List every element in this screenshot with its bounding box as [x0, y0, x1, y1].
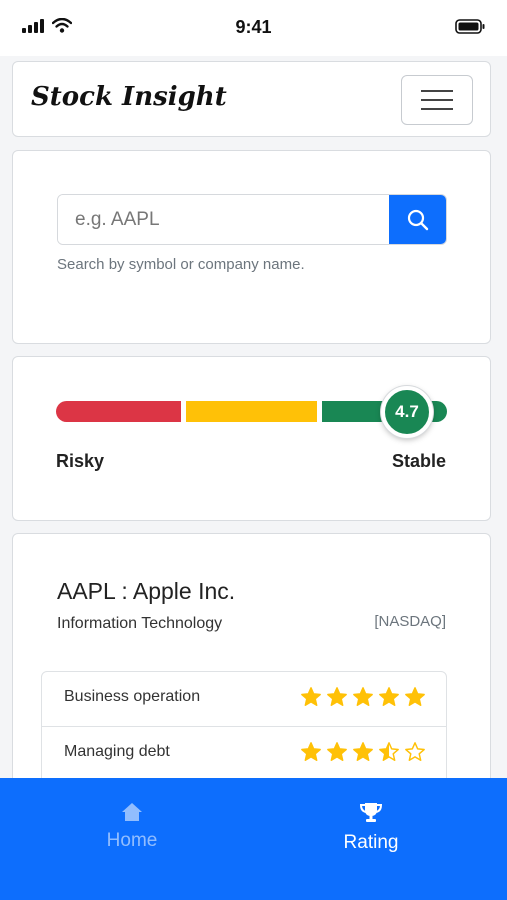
menu-button[interactable]	[401, 75, 473, 125]
navbar: Stock Insight	[12, 61, 491, 137]
stock-sector: Information Technology	[57, 615, 223, 632]
search-input[interactable]	[58, 195, 391, 244]
nav-home[interactable]: Home	[52, 802, 212, 852]
star-full-icon	[327, 687, 347, 706]
meter-score-badge: 4.7	[381, 386, 433, 438]
star-rating	[300, 741, 426, 763]
star-rating	[300, 686, 426, 708]
nav-home-label: Home	[106, 830, 158, 851]
trophy-icon	[359, 803, 383, 822]
stock-exchange: [NASDAQ]	[374, 613, 446, 630]
meter-label-stable: Stable	[391, 451, 446, 471]
search-button[interactable]	[389, 195, 446, 244]
rating-label: Managing debt	[64, 743, 170, 760]
meter-segment-neutral	[186, 401, 317, 422]
nav-rating-label: Rating	[343, 832, 399, 853]
star-full-icon	[327, 742, 347, 761]
rating-row: Business operation	[42, 672, 446, 726]
star-full-icon	[405, 687, 425, 706]
meter-label-risky: Risky	[56, 451, 105, 471]
rating-label: Business operation	[64, 688, 201, 705]
rating-row: Managing debt	[42, 726, 446, 780]
status-bar: 9:41	[0, 0, 507, 56]
hamburger-icon-line	[421, 108, 453, 110]
home-icon	[122, 803, 142, 821]
star-full-icon	[301, 742, 321, 761]
battery-icon	[455, 19, 485, 39]
star-full-icon	[353, 742, 373, 761]
stock-title: AAPL : Apple Inc.	[57, 578, 236, 604]
search-group	[57, 194, 447, 245]
search-hint: Search by symbol or company name.	[57, 256, 305, 273]
brand-logo[interactable]: Stock Insight	[31, 82, 227, 112]
bottom-nav: Home Rating	[0, 778, 507, 900]
risk-meter-card: 4.7 Risky Stable	[12, 356, 491, 521]
nav-rating[interactable]: Rating	[291, 802, 451, 854]
meter-segment-risky	[56, 401, 181, 422]
search-card: Search by symbol or company name.	[12, 150, 491, 344]
hamburger-icon-line	[421, 99, 453, 101]
star-empty-icon	[405, 742, 425, 761]
hamburger-icon-line	[421, 90, 453, 92]
star-half-icon	[379, 742, 399, 761]
stock-card: AAPL : Apple Inc. Information Technology…	[12, 533, 491, 831]
search-icon	[407, 209, 428, 230]
star-full-icon	[353, 687, 373, 706]
star-full-icon	[379, 687, 399, 706]
star-full-icon	[301, 687, 321, 706]
status-time: 9:41	[235, 17, 272, 37]
